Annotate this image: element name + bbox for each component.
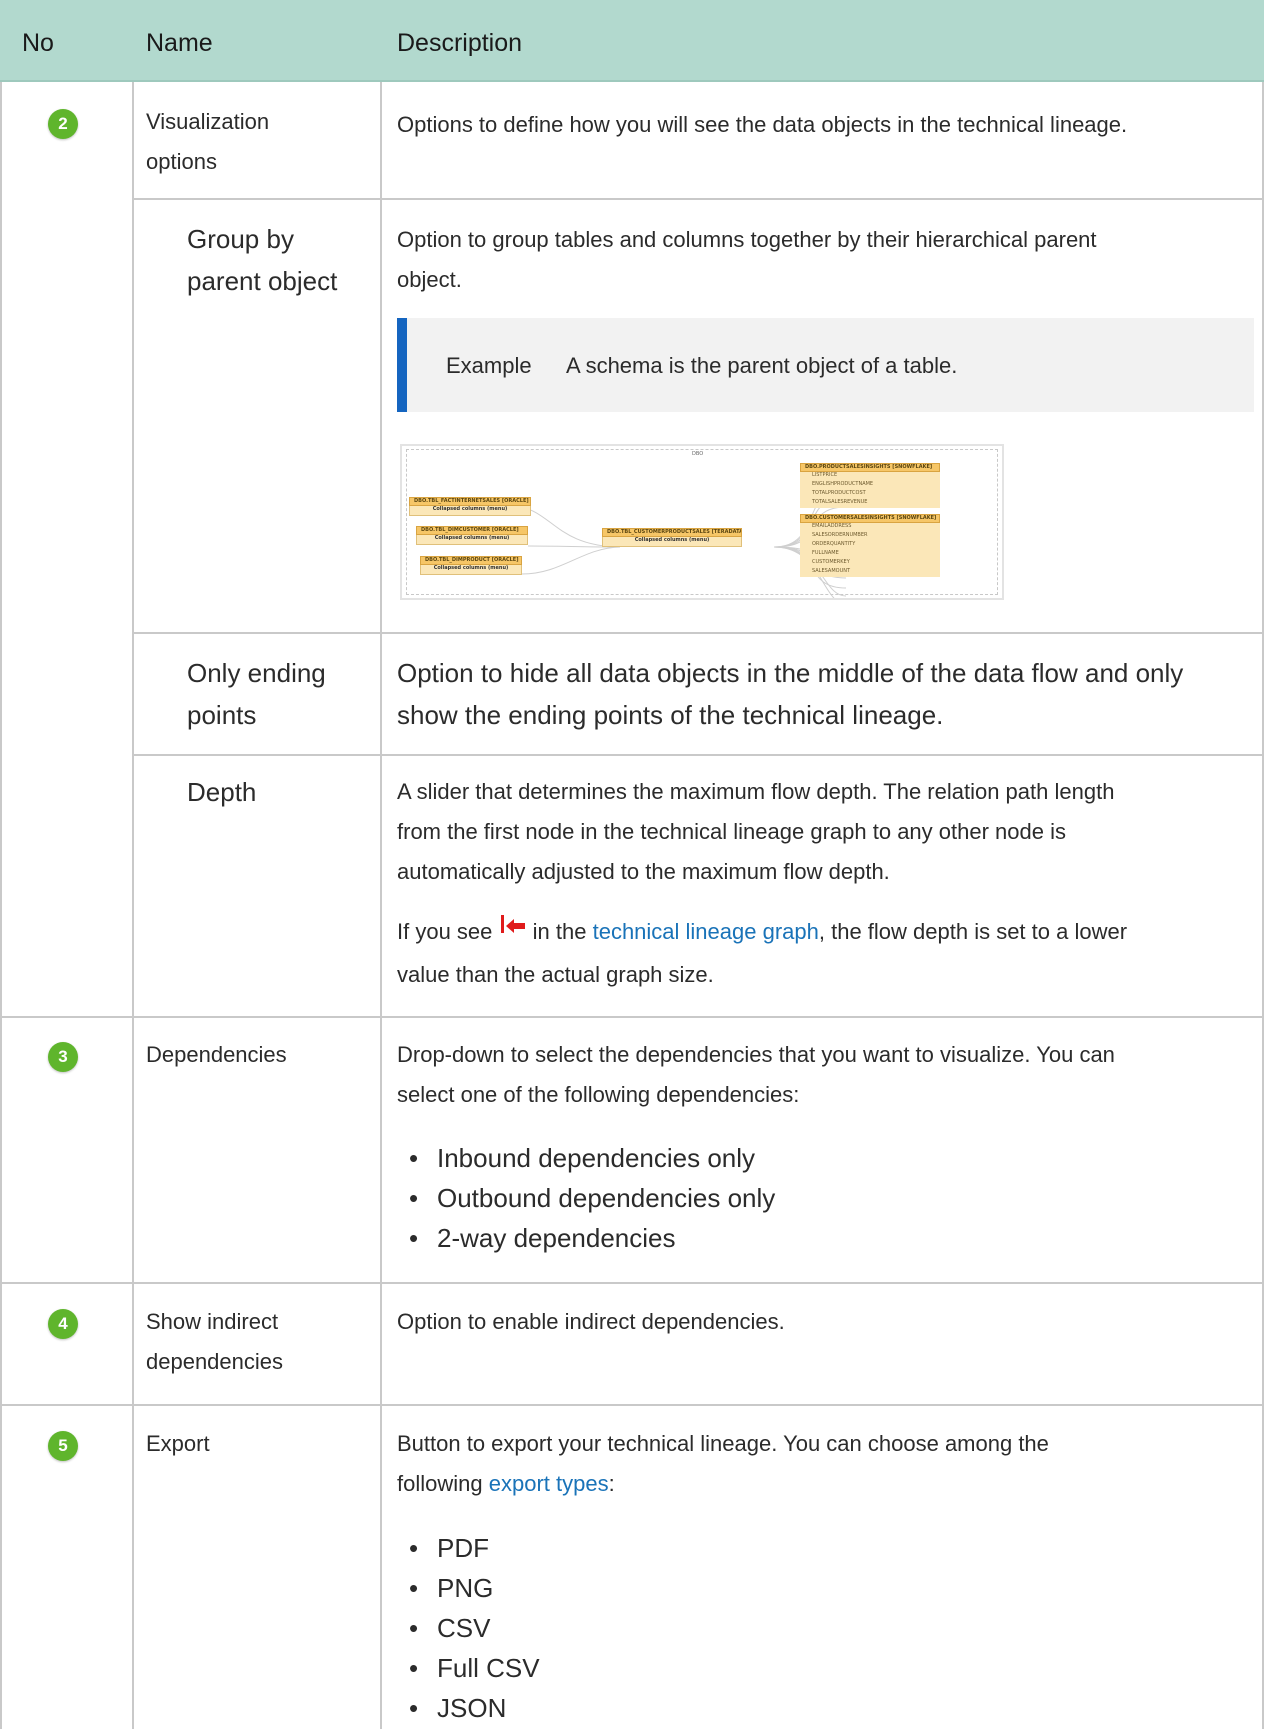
step-badge: 3 <box>48 1042 78 1072</box>
list-item: PNG <box>405 1570 493 1606</box>
grid-left-border <box>0 82 2 1729</box>
source-node-body: Collapsed columns (menu) <box>409 506 531 516</box>
source-node-body: Collapsed columns (menu) <box>416 535 528 545</box>
export-text-before: following <box>397 1471 483 1496</box>
description-ending-2: show the ending points of the technical … <box>397 700 944 730</box>
name-show-indirect-2: dependencies <box>146 1349 284 1374</box>
depth-text-before: If you see <box>397 919 493 944</box>
source-node-title: DBO.TBL_FACTINTERNETSALES [ORACLE] <box>409 497 531 506</box>
target-column: ENGLISHPRODUCTNAME <box>800 481 940 490</box>
lineage-thumbnail: DBO DBO.TBL_FACTINTERNETSALES [ORACLE] C… <box>400 444 1004 600</box>
list-item: Full CSV <box>405 1650 540 1686</box>
description-export: Button to export your technical lineage.… <box>397 1431 1049 1456</box>
description-dependencies-2: select one of the following dependencies… <box>397 1082 800 1107</box>
description-indirect: Option to enable indirect dependencies. <box>397 1309 785 1334</box>
name-depth: Depth <box>187 777 257 807</box>
example-note-text: A schema is the parent object of a table… <box>566 353 958 378</box>
name-only-ending: Only ending <box>187 658 326 688</box>
target-column: ORDERQUANTITY <box>800 541 940 550</box>
target-column: FULLNAME <box>800 550 940 559</box>
description-visualization: Options to define how you will see the d… <box>397 112 1128 137</box>
grid-col-no <box>132 82 134 1729</box>
name-show-indirect: Show indirect <box>146 1309 279 1334</box>
header-description: Description <box>397 29 523 57</box>
description-depth-4: If you see in the technical lineage grap… <box>397 913 1127 951</box>
name-dependencies: Dependencies <box>146 1042 287 1067</box>
export-types-link[interactable]: export types <box>489 1471 609 1496</box>
example-note-label: Example <box>446 353 532 378</box>
target-node-title: DBO.PRODUCTSALESINSIGHTS [SNOWFLAKE] <box>800 463 940 472</box>
description-ending: Option to hide all data objects in the m… <box>397 658 1184 688</box>
description-export-2: following export types: <box>397 1465 615 1503</box>
source-node-title: DBO.TBL_DIMPRODUCT [ORACLE] <box>420 556 522 565</box>
row-divider <box>0 1404 1264 1406</box>
header-no: No <box>22 29 54 57</box>
target-column: TOTALPRODUCTCOST <box>800 490 940 499</box>
list-item: Inbound dependencies only <box>405 1140 755 1176</box>
name-group-by-2: parent object <box>187 266 338 296</box>
list-item: 2-way dependencies <box>405 1220 676 1256</box>
target-column: SALESORDERNUMBER <box>800 532 940 541</box>
name-visualization: Visualization <box>146 109 270 134</box>
description-depth-5: value than the actual graph size. <box>397 962 714 987</box>
name-visualization-2: options <box>146 149 217 174</box>
description-depth-3: automatically adjusted to the maximum fl… <box>397 859 890 884</box>
grid-col-name <box>380 82 382 1729</box>
target-column: CUSTOMERKEY <box>800 559 940 568</box>
target-column: EMAILADDRESS <box>800 523 940 532</box>
name-group-by: Group by <box>187 224 294 254</box>
header-name: Name <box>146 29 213 57</box>
list-item: PDF <box>405 1530 489 1566</box>
row-divider <box>132 754 1264 756</box>
step-badge: 2 <box>48 109 78 139</box>
description-depth: A slider that determines the maximum flo… <box>397 779 1115 804</box>
target-column: LISTPRICE <box>800 472 940 481</box>
name-export: Export <box>146 1431 210 1456</box>
depth-text-mid: in the <box>532 919 587 944</box>
row-divider <box>132 198 1264 200</box>
technical-lineage-graph-link[interactable]: technical lineage graph <box>593 919 819 944</box>
step-badge: 5 <box>48 1431 78 1461</box>
step-badge: 4 <box>48 1309 78 1339</box>
source-node-title: DBO.TBL_DIMCUSTOMER [ORACLE] <box>416 526 528 535</box>
target-column: TOTALSALESREVENUE <box>800 499 940 508</box>
list-item: CSV <box>405 1610 490 1646</box>
depth-text-after: , the flow depth is set to a lower <box>818 919 1128 944</box>
source-node-body: Collapsed columns (menu) <box>420 565 522 575</box>
description-group: Option to group tables and columns toget… <box>397 227 1097 252</box>
depth-limit-icon <box>499 915 527 939</box>
export-text-after: : <box>608 1471 615 1496</box>
target-node-title: DBO.CUSTOMERSALESINSIGHTS [SNOWFLAKE] <box>800 514 940 523</box>
row-divider <box>0 1016 1264 1018</box>
list-item: Outbound dependencies only <box>405 1180 775 1216</box>
middle-node-title: DBO.TBL_CUSTOMERPRODUCTSALES [TERADATA] <box>602 528 742 537</box>
list-item: JSON <box>405 1690 506 1726</box>
middle-node-body: Collapsed columns (menu) <box>602 537 742 547</box>
description-dependencies: Drop-down to select the dependencies tha… <box>397 1042 1115 1067</box>
description-group-2: object. <box>397 267 462 292</box>
row-divider <box>0 1282 1264 1284</box>
name-only-ending-2: points <box>187 700 257 730</box>
row-divider <box>132 632 1264 634</box>
target-column: SALESAMOUNT <box>800 568 940 577</box>
description-depth-2: from the first node in the technical lin… <box>397 819 1066 844</box>
